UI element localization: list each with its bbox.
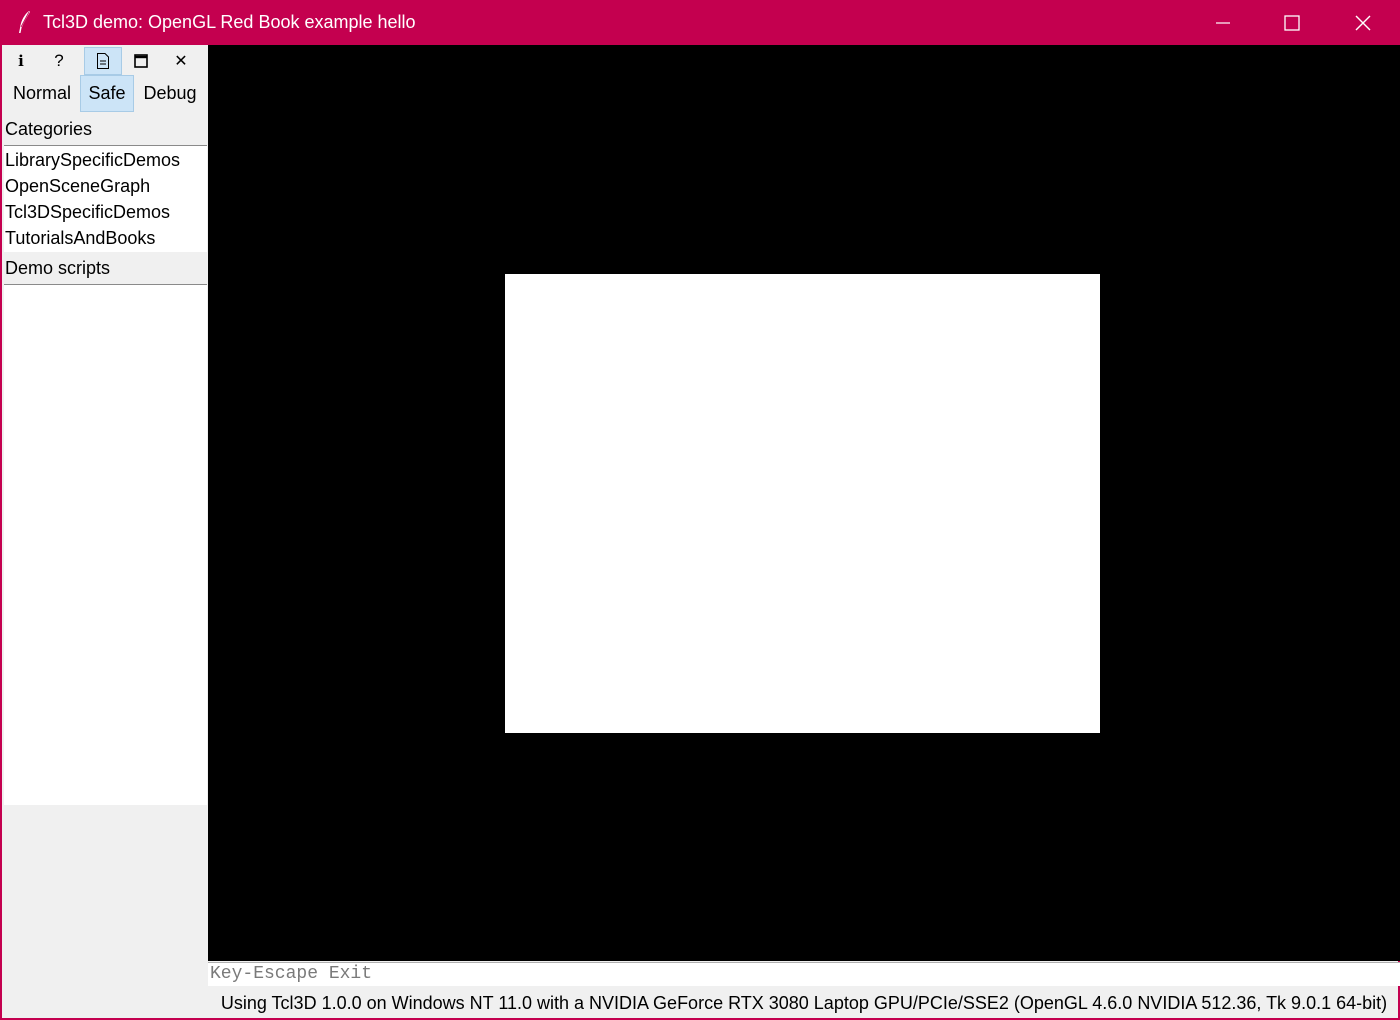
close-icon: ✕ <box>174 53 188 70</box>
white-rectangle <box>505 274 1100 733</box>
sidebar: i ? ✕ Normal Safe Debug Categories Libra… <box>2 45 208 1018</box>
maximize-button[interactable] <box>1257 0 1327 45</box>
app-window: Tcl3D demo: OpenGL Red Book example hell… <box>0 0 1400 1020</box>
document-icon <box>97 53 109 69</box>
list-item[interactable]: Tcl3DSpecificDemos <box>4 199 207 225</box>
help-button[interactable]: ? <box>40 47 78 75</box>
info-icon: i <box>18 52 24 70</box>
list-item[interactable]: TutorialsAndBooks <box>4 225 207 251</box>
demo-scripts-label: Demo scripts <box>5 258 111 278</box>
categories-list[interactable]: LibrarySpecificDemos OpenSceneGraph Tcl3… <box>4 145 207 252</box>
categories-label: Categories <box>5 119 93 139</box>
help-icon: ? <box>54 51 64 70</box>
title-bar[interactable]: Tcl3D demo: OpenGL Red Book example hell… <box>0 0 1400 45</box>
mode-safe-button[interactable]: Safe <box>80 75 134 112</box>
opengl-canvas[interactable] <box>208 45 1400 961</box>
key-info-field: Key-Escape Exit <box>208 962 1400 986</box>
demo-scripts-list[interactable] <box>4 284 207 805</box>
feather-icon <box>16 10 32 34</box>
document-button[interactable] <box>84 47 122 75</box>
minimize-icon <box>1216 21 1230 24</box>
list-item[interactable]: LibrarySpecificDemos <box>4 147 207 173</box>
minimize-button[interactable] <box>1188 0 1258 45</box>
list-item[interactable]: OpenSceneGraph <box>4 173 207 199</box>
status-bar: Using Tcl3D 1.0.0 on Windows NT 11.0 wit… <box>220 993 1388 1013</box>
close-demo-button[interactable]: ✕ <box>162 47 200 75</box>
mode-normal-button[interactable]: Normal <box>6 75 78 112</box>
window-button[interactable] <box>122 47 160 75</box>
mode-debug-button[interactable]: Debug <box>136 75 204 112</box>
maximize-icon <box>1284 14 1300 31</box>
close-button[interactable] <box>1328 0 1398 45</box>
window-icon <box>134 54 148 68</box>
info-button[interactable]: i <box>2 47 40 75</box>
window-title: Tcl3D demo: OpenGL Red Book example hell… <box>43 12 416 32</box>
close-icon <box>1355 15 1371 30</box>
